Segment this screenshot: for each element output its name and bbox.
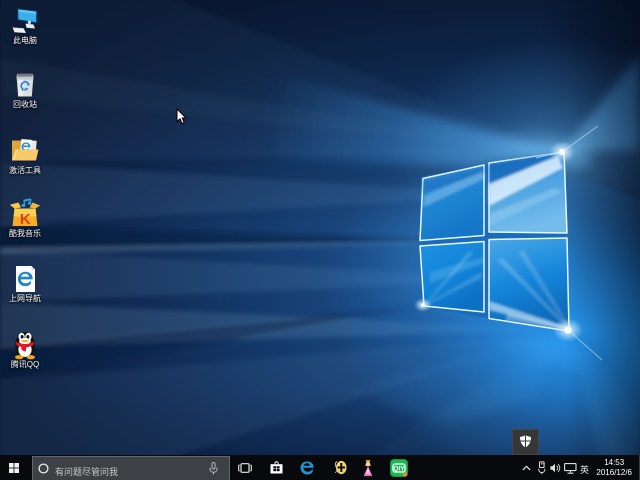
svg-text:K: K — [20, 211, 31, 228]
svg-text:QIY: QIY — [393, 466, 405, 473]
